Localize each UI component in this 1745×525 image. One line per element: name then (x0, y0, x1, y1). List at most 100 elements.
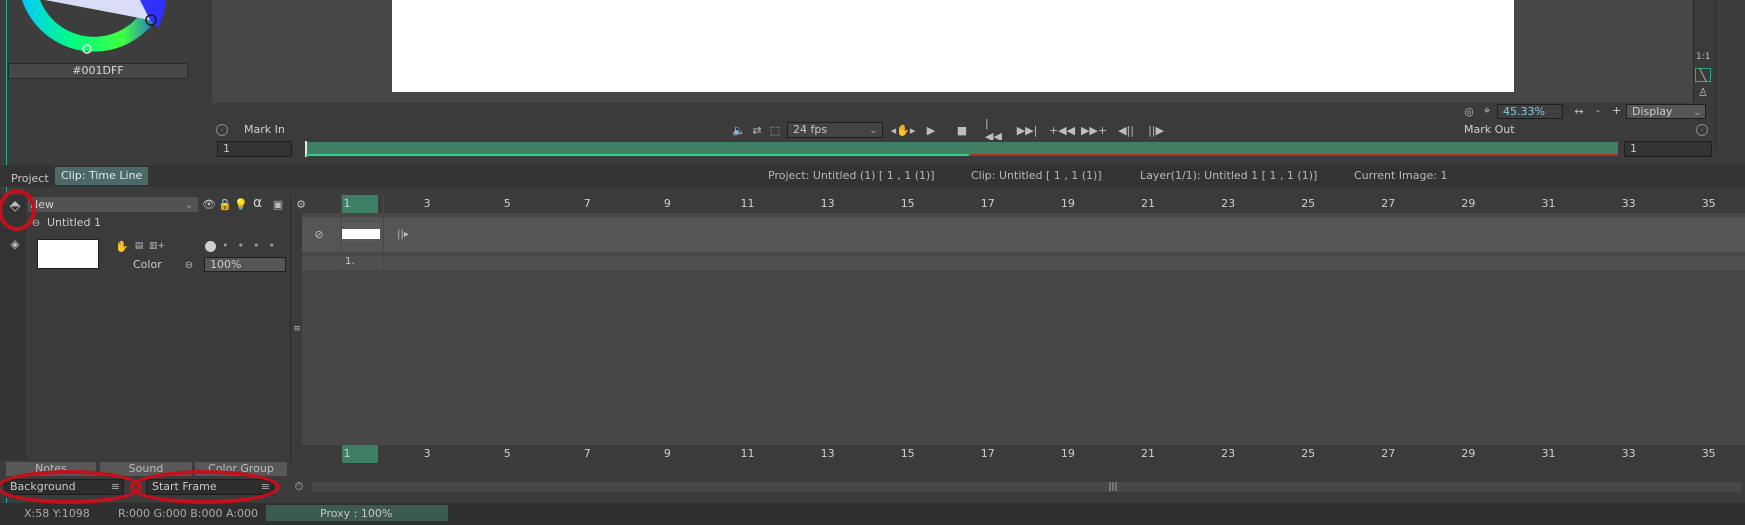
zoom-minus-button[interactable]: - (1596, 104, 1600, 117)
layer-track[interactable] (302, 217, 1745, 252)
display-dropdown[interactable]: Display ⌄ (1626, 104, 1706, 119)
ruler-tick: 23 (1221, 197, 1236, 210)
stop-icon[interactable]: ■ (955, 123, 969, 137)
ruler-ticks: 1 3 5 7 9 11 13 15 17 19 21 23 25 27 29 31 33 35 (302, 197, 1745, 211)
timeline-hscrollbar[interactable] (312, 482, 1742, 492)
crosshair-icon[interactable]: ⌖ (1480, 104, 1494, 118)
viewer-zoom-bar: ◎ ⌖ 45.33% ↔ - + Display ⌄ (212, 103, 1712, 120)
last-frame-icon[interactable]: ▶▶| (1017, 123, 1038, 137)
scroll-grip-icon[interactable]: ||| (1106, 481, 1120, 493)
tab-project[interactable]: Project (11, 172, 49, 185)
ruler-tick: 29 (1461, 197, 1476, 210)
ruler-tick: 9 (663, 447, 671, 460)
track-number-row (302, 256, 1745, 270)
ruler-tick: 13 (820, 197, 835, 210)
minus-circle-icon[interactable]: ⊖ (183, 259, 195, 271)
status-proxy: Proxy : 100% (320, 507, 393, 520)
cell-frame-label: 1. (345, 256, 355, 267)
zoom-fit-arrows-icon[interactable]: ↔ (1572, 104, 1586, 118)
panel-splitter[interactable]: ≡ (290, 195, 302, 463)
ruler-tick: 1 (343, 447, 351, 460)
status-bar: X:58 Y:1098 R:000 G:000 B:000 A:000 Prox… (0, 503, 1745, 525)
display-label: Display (1632, 105, 1673, 118)
tab-clip-timeline[interactable]: Clip: Time Line (55, 167, 149, 185)
chevron-down-icon: ⌄ (868, 123, 878, 136)
prev-frame-icon[interactable]: ◀|| (1117, 123, 1135, 137)
ruler-tick: 33 (1621, 447, 1636, 460)
hand-icon[interactable]: ✋ (115, 239, 129, 253)
start-frame-field[interactable]: 1 (217, 141, 292, 157)
ruler-tick: 33 (1621, 197, 1636, 210)
layer-name[interactable]: Untitled 1 (47, 216, 101, 229)
prev-key-icon[interactable]: +◀◀ (1049, 123, 1075, 137)
end-frame-field[interactable]: 1 (1624, 141, 1712, 157)
zoom-plus-button[interactable]: + (1612, 104, 1621, 117)
first-frame-icon[interactable]: |◀◀ (985, 117, 1005, 143)
info-layer: Layer(1/1): Untitled 1 [ 1 , 1 (1)] (1140, 169, 1318, 182)
timeline-tab-bar: Project Clip: Time Line Project: Untitle… (0, 165, 1745, 187)
next-key-icon[interactable]: ▶▶+ (1081, 123, 1107, 137)
layer-thumbnail[interactable] (37, 239, 99, 269)
ruler-tick: 13 (820, 447, 835, 460)
ruler-tick: 21 (1141, 447, 1155, 460)
transport-bar: · Mark In 🔈 ⇄ ⬚ 24 fps ⌄ ◂✋▸ ▶ ■ |◀◀ ▶▶| … (212, 117, 1712, 143)
mark-in-label[interactable]: Mark In (244, 123, 285, 136)
alpha-icon[interactable]: α (253, 195, 262, 211)
opacity-field[interactable]: 100% (204, 257, 286, 272)
ruler-tick: 21 (1141, 197, 1155, 210)
fit-diagonal-icon[interactable]: ╲ (1695, 68, 1711, 82)
lock-icon[interactable]: 🔒 (218, 197, 232, 211)
clock-icon[interactable]: ⏱ (292, 480, 306, 494)
blend-icon[interactable]: ▤ (131, 239, 147, 253)
tag-icon[interactable]: ◈ (5, 235, 25, 253)
pencil-slash-icon[interactable]: ⊘ (312, 227, 326, 241)
play-icon[interactable]: ▶ (924, 123, 938, 137)
mark-out-icon[interactable]: · (1696, 124, 1708, 136)
zoom-field[interactable]: 45.33% (1497, 104, 1563, 119)
zoom-1to1-label[interactable]: 1:1 (1696, 52, 1710, 62)
loop-icon[interactable]: ⇄ (750, 123, 764, 137)
ruler-tick: 25 (1301, 197, 1316, 210)
next-frame-icon[interactable]: ||▶ (1147, 123, 1165, 137)
extend-cell-icon[interactable]: ||▸ (395, 227, 411, 241)
playback-range-bar: 1 1 (212, 140, 1712, 158)
ruler-tick: 15 (900, 197, 915, 210)
layer-color-dots: •••• (222, 239, 284, 252)
add-layer-icon[interactable]: ▥+ (149, 239, 165, 253)
app-window: #001DFF 1:1 ╲ ♙ ◎ ⌖ 45.33% ↔ - + Display… (0, 0, 1745, 525)
ruler-tick: 31 (1541, 197, 1556, 210)
hand-scrub-icon[interactable]: ◂✋▸ (888, 123, 918, 137)
status-coords: X:58 Y:1098 (24, 507, 90, 520)
viewer-right-toolbar: 1:1 ╲ ♙ (1693, 0, 1713, 118)
color-wheel[interactable] (0, 0, 190, 60)
eye-icon[interactable]: 👁 (202, 197, 216, 211)
info-current-image: Current Image: 1 (1354, 169, 1448, 182)
fps-dropdown[interactable]: 24 fps ⌄ (787, 122, 883, 138)
fps-label: 24 fps (793, 123, 828, 136)
cell-frame-1[interactable] (342, 223, 380, 243)
chevron-down-icon: ⌄ (1692, 105, 1702, 118)
ruler-tick: 7 (583, 197, 591, 210)
status-rgba: R:000 G:000 B:000 A:000 (118, 507, 259, 520)
color-dot[interactable] (205, 241, 216, 252)
ruler-tick: 3 (423, 447, 431, 460)
info-clip: Clip: Untitled [ 1 , 1 (1)] (971, 169, 1102, 182)
mark-in-icon[interactable]: · (216, 124, 228, 136)
timeline-area: ⚙ ⊘ 1. ||▸ 1 3 5 7 9 11 13 15 17 19 21 23 25 27 29 31 33… (296, 195, 1745, 463)
nav-icon[interactable]: ◎ (1462, 104, 1476, 118)
ruler-tick: 35 (1701, 447, 1716, 460)
person-icon[interactable]: ♙ (1695, 85, 1711, 99)
chevron-down-icon[interactable]: ⌄ (183, 198, 195, 211)
frame-icon[interactable]: ⬚ (768, 123, 782, 137)
speaker-icon[interactable]: 🔈 (732, 123, 746, 137)
viewer-area (212, 0, 1712, 115)
mark-out-label[interactable]: Mark Out (1464, 123, 1515, 136)
ruler-tick: 11 (740, 447, 755, 460)
canvas[interactable] (392, 0, 1514, 92)
ruler-tick: 29 (1461, 447, 1476, 460)
ruler-tick: 17 (980, 447, 995, 460)
lightbulb-icon[interactable]: 💡 (234, 197, 248, 211)
grid-select-icon[interactable]: ▣ (271, 197, 285, 211)
bottom-ruler-ticks: 1 3 5 7 9 11 13 15 17 19 21 23 25 27 29 31 33 35 (302, 447, 1745, 461)
ruler-tick: 35 (1701, 197, 1716, 210)
